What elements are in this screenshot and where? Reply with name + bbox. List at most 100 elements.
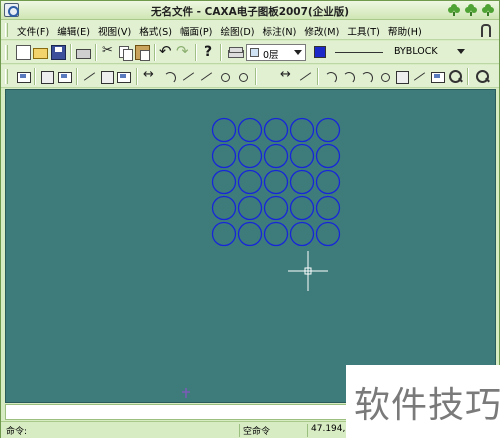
group-icon[interactable] [217, 69, 232, 84]
polyline-icon[interactable] [82, 69, 97, 84]
drawn-circle[interactable] [289, 117, 315, 143]
drawn-circle[interactable] [237, 143, 263, 169]
drawn-circle[interactable] [289, 195, 315, 221]
chevron-down-icon [294, 50, 302, 55]
menu-format[interactable]: 格式(S) [139, 24, 172, 38]
paste-icon[interactable] [135, 45, 150, 61]
ortho-icon[interactable] [39, 69, 54, 84]
save-icon[interactable] [51, 45, 66, 60]
command-prompt-label: 命令: [6, 427, 28, 437]
toolbar-separator [317, 68, 319, 85]
toolbar-grip[interactable] [5, 69, 8, 84]
drawn-circle[interactable] [263, 117, 289, 143]
distance-icon[interactable] [280, 67, 295, 84]
drawn-circle[interactable] [289, 221, 315, 247]
color-swatch[interactable] [314, 46, 326, 58]
arrow-icon[interactable] [143, 67, 158, 84]
menu-sheet[interactable]: 幅面(P) [180, 24, 212, 38]
curve-icon[interactable] [162, 69, 177, 84]
drawing-toolbar [1, 65, 499, 88]
drawn-circle[interactable] [315, 169, 341, 195]
layer-manager-icon[interactable] [228, 45, 243, 60]
toolbar-separator [76, 68, 78, 85]
menu-tools[interactable]: 工具(T) [347, 24, 380, 38]
toolbar-separator [70, 44, 72, 61]
toolbar-grip[interactable] [5, 45, 8, 60]
drawing-svg [182, 117, 341, 398]
title-bar: 无名文件 - CAXA电子图板2007(企业版) [1, 1, 499, 20]
layer-status-icon [250, 48, 259, 57]
close-button[interactable] [481, 3, 495, 17]
drawn-circle[interactable] [237, 195, 263, 221]
minimize-button[interactable] [447, 3, 461, 17]
drawing-canvas[interactable] [5, 89, 496, 403]
layer-select[interactable]: 0层 [246, 44, 306, 61]
command-line-input[interactable] [5, 404, 349, 420]
magnet-icon[interactable] [478, 22, 494, 38]
layer-value: 0层 [263, 50, 279, 61]
menu-draw[interactable]: 绘图(D) [220, 24, 254, 38]
point-icon[interactable] [341, 69, 356, 84]
grid-icon[interactable] [57, 69, 72, 84]
rotate-icon[interactable] [199, 69, 214, 84]
drawn-circle[interactable] [211, 221, 237, 247]
node-icon[interactable] [235, 69, 250, 84]
drawn-circle[interactable] [263, 221, 289, 247]
menu-dimension[interactable]: 标注(N) [263, 24, 297, 38]
drawn-circle[interactable] [237, 117, 263, 143]
block-icon[interactable] [323, 69, 338, 84]
menu-edit[interactable]: 编辑(E) [57, 24, 90, 38]
snap-icon[interactable] [16, 69, 31, 84]
drawn-circle[interactable] [315, 195, 341, 221]
help-icon[interactable] [201, 44, 216, 60]
print-icon[interactable] [76, 49, 91, 59]
drawn-circle[interactable] [237, 169, 263, 195]
toolbar-separator [467, 68, 469, 85]
toolbar-separator [136, 68, 138, 85]
drawn-circle[interactable] [211, 143, 237, 169]
drawn-circle[interactable] [315, 221, 341, 247]
drawn-circle[interactable] [263, 195, 289, 221]
menu-items: 文件(F) 编辑(E) 视图(V) 格式(S) 幅面(P) 绘图(D) 标注(N… [17, 24, 422, 38]
measure-icon[interactable] [394, 69, 409, 84]
hatch-icon[interactable] [359, 69, 374, 84]
drawn-circle[interactable] [315, 143, 341, 169]
menu-modify[interactable]: 修改(M) [304, 24, 339, 38]
menu-help[interactable]: 帮助(H) [388, 24, 422, 38]
zoom-icon[interactable] [475, 69, 490, 84]
maximize-button[interactable] [464, 3, 478, 17]
cut-icon[interactable] [101, 43, 116, 60]
drawn-circle[interactable] [289, 169, 315, 195]
align-icon[interactable] [377, 69, 392, 84]
angle-icon[interactable] [298, 69, 313, 84]
drawn-circle[interactable] [211, 117, 237, 143]
menubar-grip[interactable] [5, 23, 8, 37]
window-title: 无名文件 - CAXA电子图板2007(企业版) [150, 6, 350, 18]
new-file-icon[interactable] [16, 45, 31, 60]
window-controls [447, 3, 495, 17]
drawn-circle[interactable] [289, 143, 315, 169]
menu-file[interactable]: 文件(F) [17, 24, 49, 38]
linetype-value: BYBLOCK [394, 46, 438, 57]
drawn-circle[interactable] [211, 169, 237, 195]
menu-view[interactable]: 视图(V) [98, 24, 131, 38]
drawn-circle[interactable] [263, 169, 289, 195]
redo-icon[interactable] [176, 42, 191, 60]
drawn-circle[interactable] [211, 195, 237, 221]
open-folder-icon[interactable] [33, 48, 48, 59]
dimension-icon[interactable] [448, 69, 463, 84]
drawn-circle[interactable] [263, 143, 289, 169]
linetype-select[interactable]: BYBLOCK [331, 44, 469, 61]
copy-icon[interactable] [118, 45, 133, 61]
title-icon[interactable] [116, 69, 131, 84]
drawn-circle[interactable] [237, 221, 263, 247]
current-command-status: 空命令 [239, 424, 307, 437]
toolbar-separator [195, 44, 197, 61]
frame-icon[interactable] [99, 69, 114, 84]
drawn-circle[interactable] [315, 117, 341, 143]
standard-toolbar: 0层 BYBLOCK [1, 41, 499, 64]
param-icon[interactable] [430, 69, 445, 84]
spline-icon[interactable] [181, 69, 196, 84]
table-icon[interactable] [412, 69, 427, 84]
undo-icon[interactable] [159, 42, 174, 60]
